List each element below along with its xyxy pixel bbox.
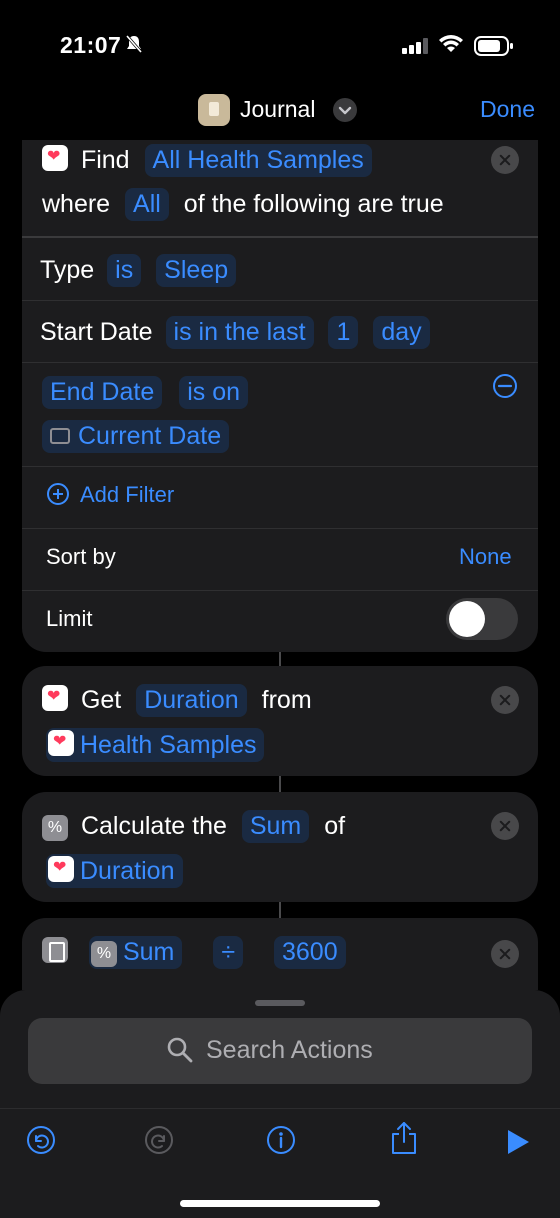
following-label: of the following are true [183,190,444,218]
limit-label: Limit [46,606,93,631]
get-details-action[interactable]: Get Duration from Health Samples [22,666,538,776]
redo-icon[interactable] [144,1125,174,1160]
math-row: % Sum ÷ 3600 [42,936,346,969]
divider [22,236,538,238]
info-icon[interactable] [266,1125,296,1160]
where-row: where All of the following are true [42,188,444,221]
filter-row-type[interactable]: Type is Sleep [40,254,237,287]
current-date-token[interactable]: Current Date [42,420,230,453]
divider [22,528,538,529]
wifi-icon [438,34,464,59]
done-button[interactable]: Done [480,96,535,123]
action-search-sheet: Search Actions [0,990,560,1218]
add-circle-icon [46,482,70,512]
operator-token[interactable]: ÷ [213,936,244,969]
sheet-grabber[interactable] [255,1000,305,1006]
of-label: of [324,812,346,840]
remove-filter-icon[interactable] [492,373,518,404]
remove-action-icon[interactable] [491,940,519,968]
filter-field[interactable]: End Date [42,376,163,409]
status-time: 21:07 [60,32,122,58]
sort-value[interactable]: None [459,544,512,570]
shortcut-title[interactable]: Journal [240,96,315,123]
calculate-action[interactable]: % Sum ÷ 3600 [22,918,538,990]
limit-toggle[interactable] [446,598,518,640]
editor-toolbar [0,1108,560,1178]
filter-operator[interactable]: is [107,254,142,287]
variable-label: Health Samples [80,731,257,759]
operation-token[interactable]: Sum [241,810,310,843]
connector [279,652,281,666]
search-icon [166,1036,194,1069]
health-samples-variable[interactable]: Health Samples [46,728,265,762]
percent-icon: % [42,815,68,841]
divider [22,300,538,301]
calculate-statistics-action[interactable]: % Calculate the Sum of Duration [22,792,538,902]
journal-app-icon[interactable] [198,94,230,126]
property-token[interactable]: Duration [136,684,247,717]
connector [279,902,281,918]
filter-value[interactable]: Sleep [156,254,237,287]
calc-row: % Calculate the Sum of [42,810,345,843]
calculator-icon [42,937,68,963]
variable-label: Duration [80,857,175,885]
end-date-value-row: Current Date [42,420,230,453]
status-bar: 21:07 [0,0,560,90]
find-row: Find All Health Samples [42,144,372,177]
play-icon[interactable] [506,1129,530,1160]
input-row: Health Samples [46,728,265,762]
source-token[interactable]: All Health Samples [144,144,372,177]
duration-variable[interactable]: Duration [46,854,183,888]
remove-action-icon[interactable] [491,686,519,714]
health-app-icon [42,145,68,171]
connector [279,776,281,792]
search-placeholder: Search Actions [206,1036,373,1064]
quantifier-token[interactable]: All [125,188,169,221]
filter-row-start-date[interactable]: Start Date is in the last 1 day [40,316,430,349]
remove-action-icon[interactable] [491,146,519,174]
add-filter-button[interactable]: Add Filter [46,482,174,512]
filter-operator[interactable]: is in the last [165,316,314,349]
cellular-signal-icon [402,38,430,59]
filter-operator[interactable]: is on [179,376,249,409]
from-label: from [261,686,312,714]
battery-icon [474,36,514,61]
filter-field: Type [40,256,95,284]
calendar-icon [50,428,70,444]
find-label: Find [80,146,130,174]
shortcut-editor[interactable]: Find All Health Samples where All of the… [0,140,560,990]
get-row: Get Duration from [42,684,312,717]
get-label: Get [80,686,122,714]
health-app-icon [48,856,74,882]
filter-field: Start Date [40,318,153,346]
search-actions-field[interactable]: Search Actions [28,1018,532,1084]
find-health-samples-action[interactable]: Find All Health Samples where All of the… [22,140,538,652]
sort-by-label: Sort by [46,544,116,569]
filter-unit[interactable]: day [373,316,430,349]
divider [22,466,538,467]
sum-variable[interactable]: % Sum [88,936,183,969]
home-indicator [180,1200,380,1207]
health-app-icon [48,730,74,756]
filter-value[interactable]: 1 [328,316,359,349]
variable-label: Sum [122,938,175,966]
undo-icon[interactable] [26,1125,56,1160]
filter-row-end-date[interactable]: End Date is on [42,376,249,409]
remove-action-icon[interactable] [491,812,519,840]
where-label: where [42,190,111,218]
silent-bell-icon [124,34,144,59]
percent-icon: % [90,941,117,967]
calculate-label: Calculate the [80,812,227,840]
filter-value: Current Date [78,422,222,450]
share-icon[interactable] [390,1121,418,1160]
input-row: Duration [46,854,183,888]
add-filter-label: Add Filter [80,482,175,507]
divider [22,590,538,591]
health-app-icon [42,685,68,711]
divider [22,362,538,363]
nav-header: Journal Done [0,88,560,140]
operand-token[interactable]: 3600 [274,936,346,969]
chevron-down-icon[interactable] [333,98,357,122]
